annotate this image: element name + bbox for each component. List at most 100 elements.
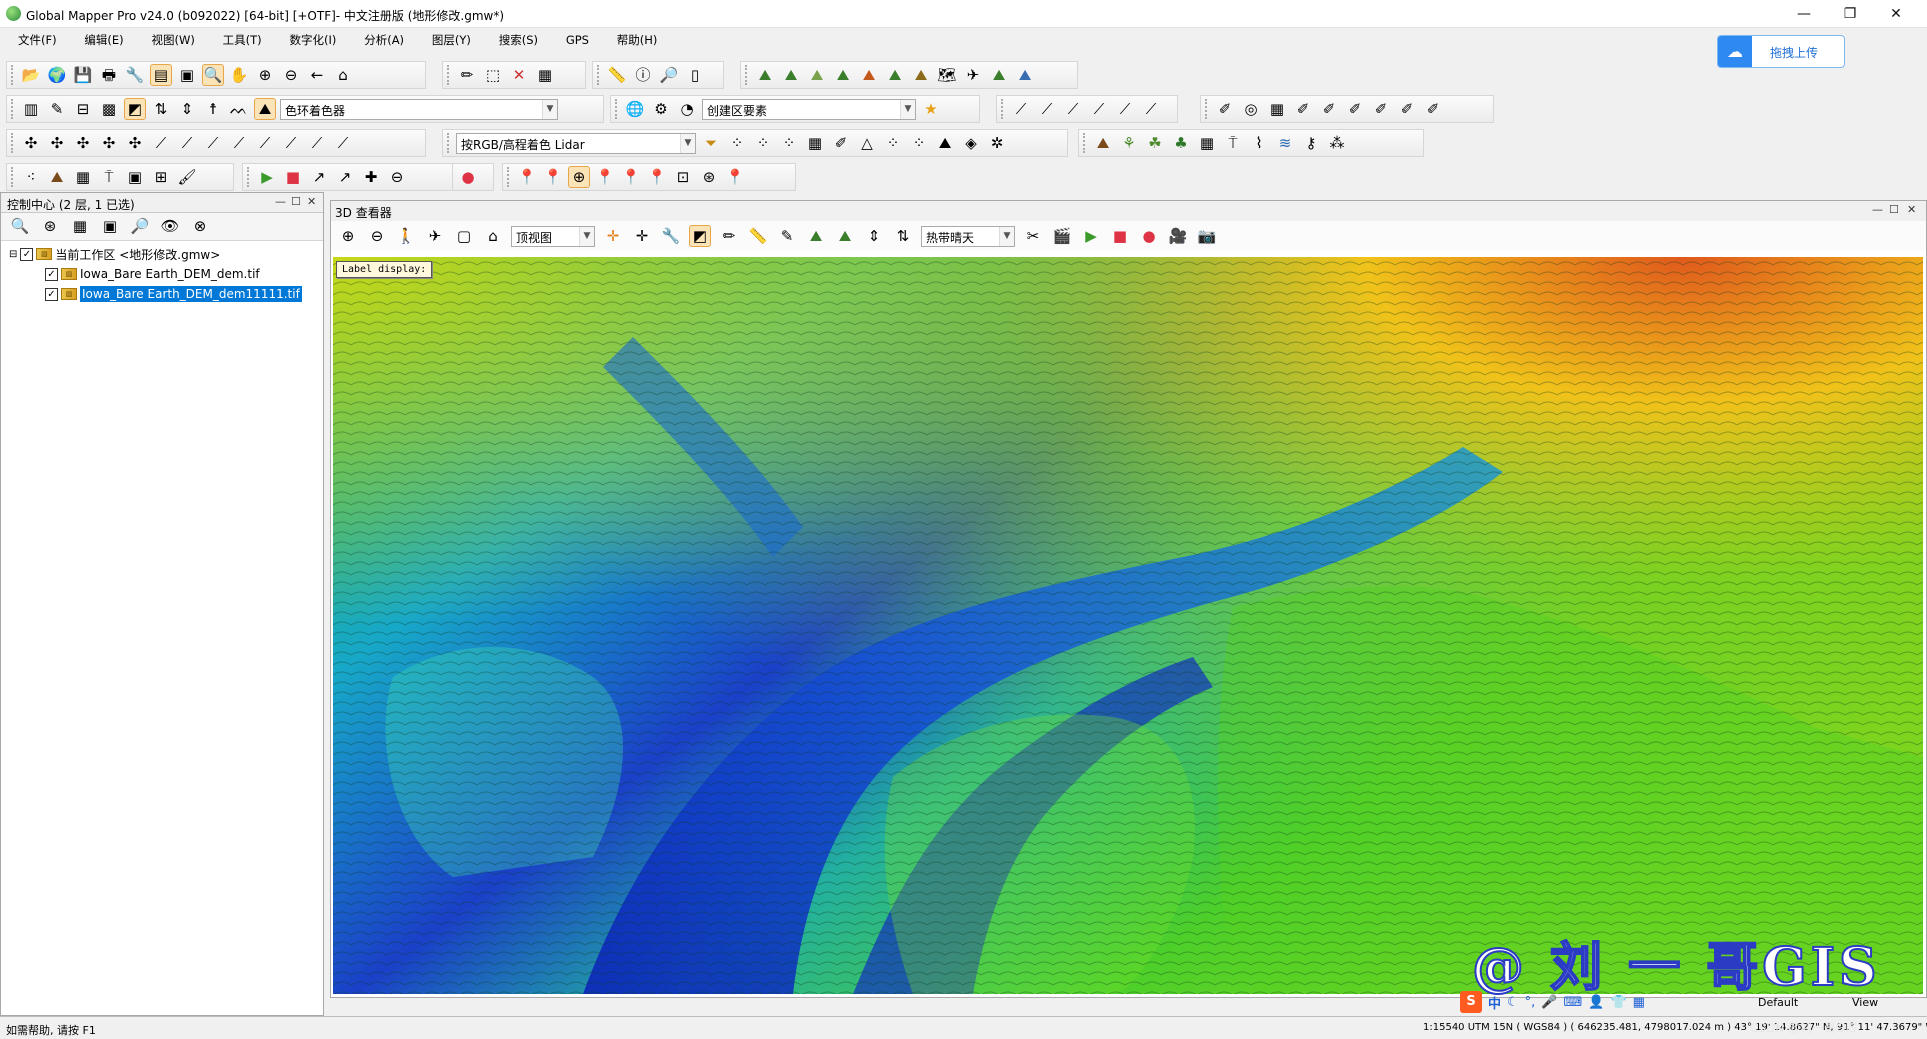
minimize-button[interactable]: —: [1781, 0, 1827, 28]
play-icon[interactable]: ▶: [1080, 225, 1102, 247]
path-2-icon[interactable]: ↗: [334, 166, 356, 188]
info-icon[interactable]: ⓘ: [632, 64, 654, 86]
layer-zoom-icon[interactable]: 🔍: [9, 216, 31, 238]
points-2-icon[interactable]: ⁘: [752, 132, 774, 154]
building-icon[interactable]: ▦: [1196, 132, 1218, 154]
path-4-icon[interactable]: ⊖: [386, 166, 408, 188]
ime-mode-chinese[interactable]: 中: [1488, 993, 1501, 1012]
keyboard-icon[interactable]: ⌨: [1564, 995, 1583, 1010]
hillshade-icon[interactable]: ◩: [124, 98, 146, 120]
vertex-7-icon[interactable]: ⟋: [306, 132, 328, 154]
home-icon[interactable]: ⌂: [332, 64, 354, 86]
punctuation-icon[interactable]: °,: [1525, 995, 1536, 1010]
edit-5-icon[interactable]: ✐: [1370, 98, 1392, 120]
color-ball-icon[interactable]: ●: [457, 166, 479, 188]
triangle-icon[interactable]: △: [856, 132, 878, 154]
home-icon[interactable]: ⌂: [482, 225, 504, 247]
toolbar-grip[interactable]: [247, 167, 250, 187]
edit-6-icon[interactable]: ✐: [1396, 98, 1418, 120]
mountain-icon[interactable]: ⛰: [46, 166, 68, 188]
elevation-icon[interactable]: ⇅: [150, 98, 172, 120]
device-icon[interactable]: ▯: [684, 64, 706, 86]
tower-2-icon[interactable]: ⌇: [1248, 132, 1270, 154]
maximize-button[interactable]: ❐: [1827, 0, 1873, 28]
zoom-out-icon[interactable]: ⊖: [280, 64, 302, 86]
save-icon[interactable]: 💾: [72, 64, 94, 86]
layer-search-icon[interactable]: 🔎: [129, 216, 151, 238]
layers-icon[interactable]: ▥: [20, 98, 42, 120]
view-angle-select[interactable]: 顶视图 ▼: [511, 225, 595, 247]
toolbar-grip[interactable]: [11, 65, 14, 85]
measure-icon[interactable]: ✎: [776, 225, 798, 247]
terrain-9-icon[interactable]: ⛰: [1014, 64, 1036, 86]
stop-icon[interactable]: ■: [1109, 225, 1131, 247]
line-5-icon[interactable]: ⟋: [1114, 98, 1136, 120]
toolbar-grip[interactable]: [745, 65, 748, 85]
exaggerate-icon[interactable]: ⇅: [892, 225, 914, 247]
terrain-icon[interactable]: ⛰: [834, 225, 856, 247]
move-5-icon[interactable]: ✣: [124, 132, 146, 154]
line-3-icon[interactable]: ⟋: [1062, 98, 1084, 120]
hillshade-icon[interactable]: ◩: [689, 225, 711, 247]
line-2-icon[interactable]: ⟋: [1036, 98, 1058, 120]
wrench-icon[interactable]: 🔧: [660, 225, 682, 247]
noise-icon[interactable]: ⁂: [1326, 132, 1348, 154]
toolbar-grip[interactable]: [11, 167, 14, 187]
apps-grid-icon[interactable]: ▦: [1633, 995, 1645, 1010]
terrain-up-icon[interactable]: ⛰: [805, 225, 827, 247]
cube-icon[interactable]: ▢: [453, 225, 475, 247]
sky-select[interactable]: 热带晴天 ▼: [921, 225, 1015, 247]
marker-3-icon[interactable]: 📍: [594, 166, 616, 188]
video-camera-icon[interactable]: 🎥: [1167, 225, 1189, 247]
menu-digitize[interactable]: 数字化(I): [290, 28, 337, 48]
layer-checkbox[interactable]: ✓: [45, 287, 58, 301]
tower-icon[interactable]: ✈: [962, 64, 984, 86]
toolbar-grip[interactable]: [507, 167, 510, 187]
marker-6-icon[interactable]: ⊡: [672, 166, 694, 188]
edit-4-icon[interactable]: ✐: [1344, 98, 1366, 120]
web-globe-icon[interactable]: 🌐: [624, 98, 646, 120]
zoom-in-icon[interactable]: ⊕: [337, 225, 359, 247]
grass-icon[interactable]: ⚘: [1118, 132, 1140, 154]
tree-icon[interactable]: ♣: [1170, 132, 1192, 154]
map-icon[interactable]: 🗺: [936, 64, 958, 86]
menu-file[interactable]: 文件(F): [18, 28, 57, 48]
marker-1-icon[interactable]: 📍: [516, 166, 538, 188]
line-4-icon[interactable]: ⟋: [1088, 98, 1110, 120]
points-8-icon[interactable]: ⛰: [934, 132, 956, 154]
marker-2-icon[interactable]: 📍: [542, 166, 564, 188]
shirt-icon[interactable]: 👕: [1610, 995, 1626, 1010]
toolbar-grip[interactable]: [597, 65, 600, 85]
edit-3-icon[interactable]: ✐: [1318, 98, 1340, 120]
grid-edit-icon[interactable]: ▦: [1266, 98, 1288, 120]
print-icon[interactable]: 🖶: [98, 64, 120, 86]
marker-7-icon[interactable]: 📍: [724, 166, 746, 188]
points-7-icon[interactable]: ⁘: [908, 132, 930, 154]
points-1-icon[interactable]: ⁘: [726, 132, 748, 154]
toolbar-grip[interactable]: [1205, 99, 1208, 119]
table-icon[interactable]: ▦: [72, 166, 94, 188]
workspace-node[interactable]: ⊟ ✓ ▨ 当前工作区 <地形修改.gmw>: [9, 245, 220, 263]
collapse-icon[interactable]: ⊟: [9, 249, 17, 260]
marker-5-icon[interactable]: 📍: [646, 166, 668, 188]
feature-icon[interactable]: ☨: [202, 98, 224, 120]
menu-search[interactable]: 搜索(S): [499, 28, 538, 48]
panel-float-button[interactable]: ☐: [291, 195, 301, 208]
wrench-icon[interactable]: 🔧: [124, 64, 146, 86]
user-icon[interactable]: 👤: [1588, 995, 1604, 1010]
swirl-icon[interactable]: ◔: [676, 98, 698, 120]
gear-icon[interactable]: ⚙: [650, 98, 672, 120]
layer-item-selected[interactable]: ✓ ▨ Iowa_Bare Earth_DEM_dem11111.tif: [45, 285, 302, 303]
toolbar-grip[interactable]: [1001, 99, 1004, 119]
pencil-icon[interactable]: ✏: [718, 225, 740, 247]
back-arrow-icon[interactable]: ←: [306, 64, 328, 86]
vertex-6-icon[interactable]: ⟋: [280, 132, 302, 154]
bush-icon[interactable]: ☘: [1144, 132, 1166, 154]
points-3-icon[interactable]: ⁘: [778, 132, 800, 154]
points-4-icon[interactable]: ▦: [804, 132, 826, 154]
terrain-7-icon[interactable]: ⛰: [910, 64, 932, 86]
menu-help[interactable]: 帮助(H): [617, 28, 658, 48]
crosshair-orange-icon[interactable]: ✛: [602, 225, 624, 247]
star-icon[interactable]: ★: [920, 98, 942, 120]
3d-view-icon[interactable]: ▩: [98, 98, 120, 120]
